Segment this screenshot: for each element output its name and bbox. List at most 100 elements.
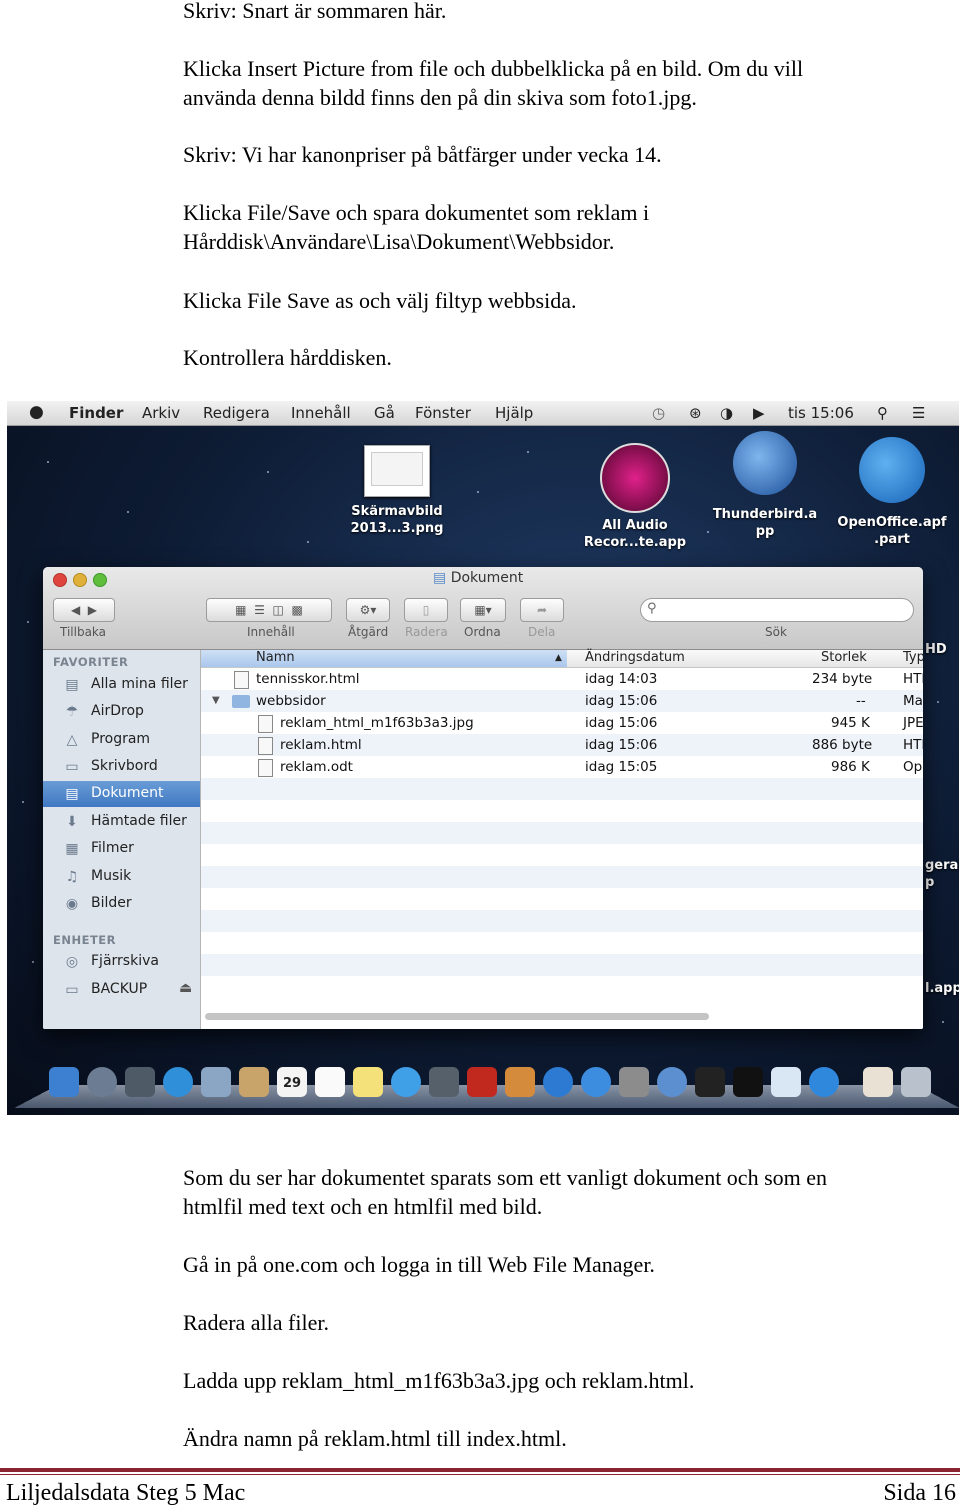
itunes-dock-icon[interactable] bbox=[543, 1067, 573, 1097]
desktop-partial-label: HD bbox=[925, 642, 947, 657]
horizontal-scrollbar[interactable] bbox=[205, 1013, 709, 1020]
system-preferences-dock-icon[interactable] bbox=[619, 1067, 649, 1097]
html-file-icon bbox=[234, 671, 249, 689]
sidebar-item-program[interactable]: △ Program bbox=[43, 727, 200, 753]
action-button[interactable]: ⚙▾ bbox=[346, 598, 390, 622]
empty-row bbox=[201, 910, 923, 932]
menu-ga[interactable]: Gå bbox=[374, 404, 395, 422]
search-input[interactable]: ⚲ bbox=[640, 598, 914, 622]
sidebar-item-skrivbord[interactable]: ▭ Skrivbord bbox=[43, 754, 200, 780]
sidebar-item-downloads[interactable]: ⬇ Hämtade filer bbox=[43, 809, 200, 835]
eject-icon[interactable]: ⏏ bbox=[179, 980, 192, 996]
close-button[interactable] bbox=[53, 573, 67, 587]
desktop-icon-thunderbird[interactable]: Thunderbird.a pp bbox=[710, 431, 820, 540]
mission-control-dock-icon[interactable] bbox=[125, 1067, 155, 1097]
console-dock-icon[interactable] bbox=[695, 1067, 725, 1097]
column-type[interactable]: Typ bbox=[903, 650, 923, 665]
file-row[interactable]: reklam.odt idag 15:05 986 K OpeP bbox=[201, 756, 923, 778]
notification-center-icon[interactable]: ☰ bbox=[912, 404, 925, 422]
column-date[interactable]: Ändringsdatum bbox=[585, 650, 685, 665]
delete-button[interactable]: ▯ bbox=[404, 598, 448, 622]
screenshot-file-icon bbox=[364, 445, 430, 497]
finder-dock-icon[interactable] bbox=[49, 1067, 79, 1097]
terminal-dock-icon[interactable] bbox=[733, 1067, 763, 1097]
menu-bar: ● Finder Arkiv Redigera Innehåll Gå Föns… bbox=[7, 401, 959, 426]
desktop-partial-label: gerar bbox=[925, 858, 959, 873]
audio-recorder-icon bbox=[600, 443, 670, 513]
apple-menu-icon[interactable]: ● bbox=[29, 402, 44, 422]
sidebar-item-bilder[interactable]: ◉ Bilder bbox=[43, 891, 200, 917]
instruction-paragraph: Kontrollera hårddisken. bbox=[183, 345, 392, 370]
file-row[interactable]: tennisskor.html idag 14:03 234 byte HTI bbox=[201, 668, 923, 690]
bluetooth-icon[interactable]: ⊛ bbox=[689, 404, 702, 422]
sidebar-item-filmer[interactable]: ▦ Filmer bbox=[43, 836, 200, 862]
finder-window[interactable]: ▤ Dokument ◀ ▶ ▦ ☰ ◫ ▩ ⚙▾ ▯ ▦▾ ➦ ⚲ Tillb… bbox=[43, 567, 923, 1029]
facetime-dock-icon[interactable] bbox=[429, 1067, 459, 1097]
share-button[interactable]: ➦ bbox=[520, 598, 564, 622]
sidebar-item-dokument[interactable]: ▤ Dokument bbox=[43, 781, 200, 807]
time-machine-icon[interactable]: ◷ bbox=[652, 404, 665, 422]
sidebar-item-remote-disc[interactable]: ◎ Fjärrskiva bbox=[43, 949, 200, 975]
sidebar-item-all-files[interactable]: ▤ Alla mina filer bbox=[43, 672, 200, 698]
sidebar-item-airdrop[interactable]: ☂ AirDrop bbox=[43, 699, 200, 725]
contacts-dock-icon[interactable] bbox=[239, 1067, 269, 1097]
spotlight-search-icon[interactable]: ⚲ bbox=[877, 404, 888, 422]
app-store-dock-icon[interactable] bbox=[581, 1067, 611, 1097]
photo-booth-dock-icon[interactable] bbox=[467, 1067, 497, 1097]
toolbar-label: Åtgärd bbox=[348, 625, 389, 639]
sidebar-item-musik[interactable]: ♫ Musik bbox=[43, 864, 200, 890]
openoffice-dock-icon[interactable] bbox=[809, 1067, 839, 1097]
zoom-button[interactable] bbox=[93, 573, 107, 587]
instruction-paragraph: Ladda upp reklam_html_m1f63b3a3.jpg och … bbox=[183, 1368, 695, 1393]
instruction-paragraph: Ändra namn på reklam.html till index.htm… bbox=[183, 1426, 567, 1451]
file-row[interactable]: ▼ webbsidor idag 15:06 -- Map bbox=[201, 690, 923, 712]
toolbar-label: Innehåll bbox=[247, 625, 295, 639]
notes-dock-icon[interactable] bbox=[353, 1067, 383, 1097]
column-size[interactable]: Storlek bbox=[821, 650, 867, 665]
file-list: Namn ▲ Ändringsdatum Storlek Typ tenniss… bbox=[201, 650, 923, 1029]
arrange-button[interactable]: ▦▾ bbox=[460, 598, 506, 622]
documents-stack-dock-icon[interactable] bbox=[863, 1067, 893, 1097]
disclosure-triangle-icon[interactable]: ▼ bbox=[212, 695, 220, 706]
thunderbird-dock-icon[interactable] bbox=[657, 1067, 687, 1097]
jpg-file-icon bbox=[258, 715, 273, 733]
menu-innehall[interactable]: Innehåll bbox=[291, 404, 351, 422]
share-icon: ➦ bbox=[536, 603, 548, 617]
volume-icon[interactable]: ▶ bbox=[753, 404, 765, 422]
sidebar-item-backup[interactable]: ▭ BACKUP ⏏ bbox=[43, 977, 200, 1003]
desktop-partial-label: p bbox=[925, 875, 935, 890]
drive-icon: ▭ bbox=[65, 982, 79, 998]
reminders-dock-icon[interactable] bbox=[315, 1067, 345, 1097]
calendar-dock-icon[interactable]: 29 bbox=[277, 1067, 307, 1097]
menu-arkiv[interactable]: Arkiv bbox=[142, 404, 180, 422]
menu-redigera[interactable]: Redigera bbox=[203, 404, 270, 422]
messages-dock-icon[interactable] bbox=[391, 1067, 421, 1097]
view-mode-buttons[interactable]: ▦ ☰ ◫ ▩ bbox=[206, 598, 332, 622]
minimize-button[interactable] bbox=[73, 573, 87, 587]
remote-disc-icon: ◎ bbox=[65, 954, 79, 970]
clock[interactable]: tis 15:06 bbox=[788, 404, 854, 422]
sidebar: FAVORITER ▤ Alla mina filer ☂ AirDrop △ Pro… bbox=[43, 650, 201, 1029]
gear-icon: ⚙▾ bbox=[359, 603, 377, 617]
menu-fonster[interactable]: Fönster bbox=[415, 404, 471, 422]
trash-dock-icon[interactable] bbox=[901, 1067, 931, 1097]
launchpad-dock-icon[interactable] bbox=[87, 1067, 117, 1097]
search-icon: ⚲ bbox=[647, 601, 657, 616]
desktop-icon-screenshot[interactable]: Skärmavbild 2013...3.png bbox=[342, 445, 452, 537]
desktop-icon-openoffice[interactable]: OpenOffice.apf .part bbox=[833, 437, 951, 548]
menu-finder[interactable]: Finder bbox=[69, 404, 123, 422]
wifi-icon[interactable]: ◑ bbox=[720, 404, 733, 422]
column-name[interactable]: Namn bbox=[256, 650, 295, 665]
empty-row bbox=[201, 866, 923, 888]
back-forward-button[interactable]: ◀ ▶ bbox=[53, 598, 115, 622]
iphoto-dock-icon[interactable] bbox=[505, 1067, 535, 1097]
safari-dock-icon[interactable] bbox=[163, 1067, 193, 1097]
window-toolbar: ▤ Dokument ◀ ▶ ▦ ☰ ◫ ▩ ⚙▾ ▯ ▦▾ ➦ ⚲ Tillb… bbox=[43, 567, 923, 650]
file-row[interactable]: reklam_html_m1f63b3a3.jpg idag 15:06 945… bbox=[201, 712, 923, 734]
textedit-dock-icon[interactable] bbox=[771, 1067, 801, 1097]
mail-dock-icon[interactable] bbox=[201, 1067, 231, 1097]
finder-screenshot: ● Finder Arkiv Redigera Innehåll Gå Föns… bbox=[7, 401, 959, 1115]
desktop-icon-audio-recorder[interactable]: All Audio Recor...te.app bbox=[577, 443, 693, 551]
menu-hjalp[interactable]: Hjälp bbox=[495, 404, 533, 422]
file-row[interactable]: reklam.html idag 15:06 886 byte HTI bbox=[201, 734, 923, 756]
